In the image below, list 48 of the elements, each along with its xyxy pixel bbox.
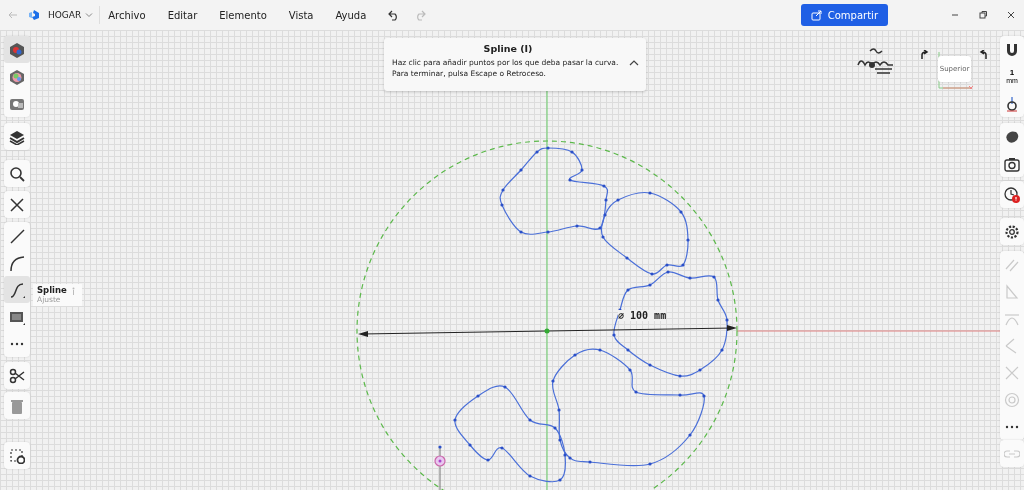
axes-icon [1004,95,1020,112]
clock-alert-icon [1004,186,1020,203]
rotate-right-icon [920,50,930,60]
menu-item[interactable]: Archivo [108,7,146,23]
concentric-circles-icon [1004,391,1020,408]
cross-lines-icon [1004,364,1020,381]
menu-item[interactable]: Ayuda [335,7,367,23]
cube-icon [9,41,25,58]
hint-title: Spline (I) [482,43,534,54]
redo-icon [414,9,427,21]
layers-icon [9,128,25,145]
color-wheel-icon [9,68,25,85]
share-icon [810,9,822,21]
close-icon [1006,10,1016,20]
menu-item[interactable]: Elemento [219,7,267,23]
appearance-tool[interactable] [4,36,30,63]
spline-tool[interactable] [4,276,30,303]
app-logo-icon [28,9,40,21]
spline-icon [9,281,25,298]
tooltip-title: Spline [37,285,67,296]
navigation-logo-drawing [857,47,895,77]
more-icon [1004,424,1020,429]
menu-item[interactable]: Vista [288,7,314,23]
angle-icon [1004,283,1020,300]
close-icon [9,196,25,213]
cursor-target-icon [434,455,446,467]
center-point [544,328,550,334]
trash-icon [9,397,25,414]
info-icon [71,286,75,295]
share-button[interactable]: Compartir [800,4,888,26]
line-icon [9,227,25,244]
chevron-up-icon [629,59,639,67]
more-icon [9,341,25,346]
back-icon [8,10,18,20]
restore-icon [978,10,988,20]
scissors-icon [9,367,25,384]
spline-start-point [438,445,442,490]
settings-icon [1004,223,1020,240]
project-name[interactable]: HOGAR [48,10,82,20]
camera-icon [1004,155,1020,172]
chevron-down-icon [85,11,94,19]
menu-item[interactable]: Editar [167,7,198,23]
dimension-label[interactable]: ⌀ 100 mm [618,310,667,321]
search-icon [9,165,25,182]
arc-icon [9,254,25,271]
rotate-left-icon [978,50,988,60]
selection-icon [9,447,25,464]
magnet-icon [1004,41,1020,58]
